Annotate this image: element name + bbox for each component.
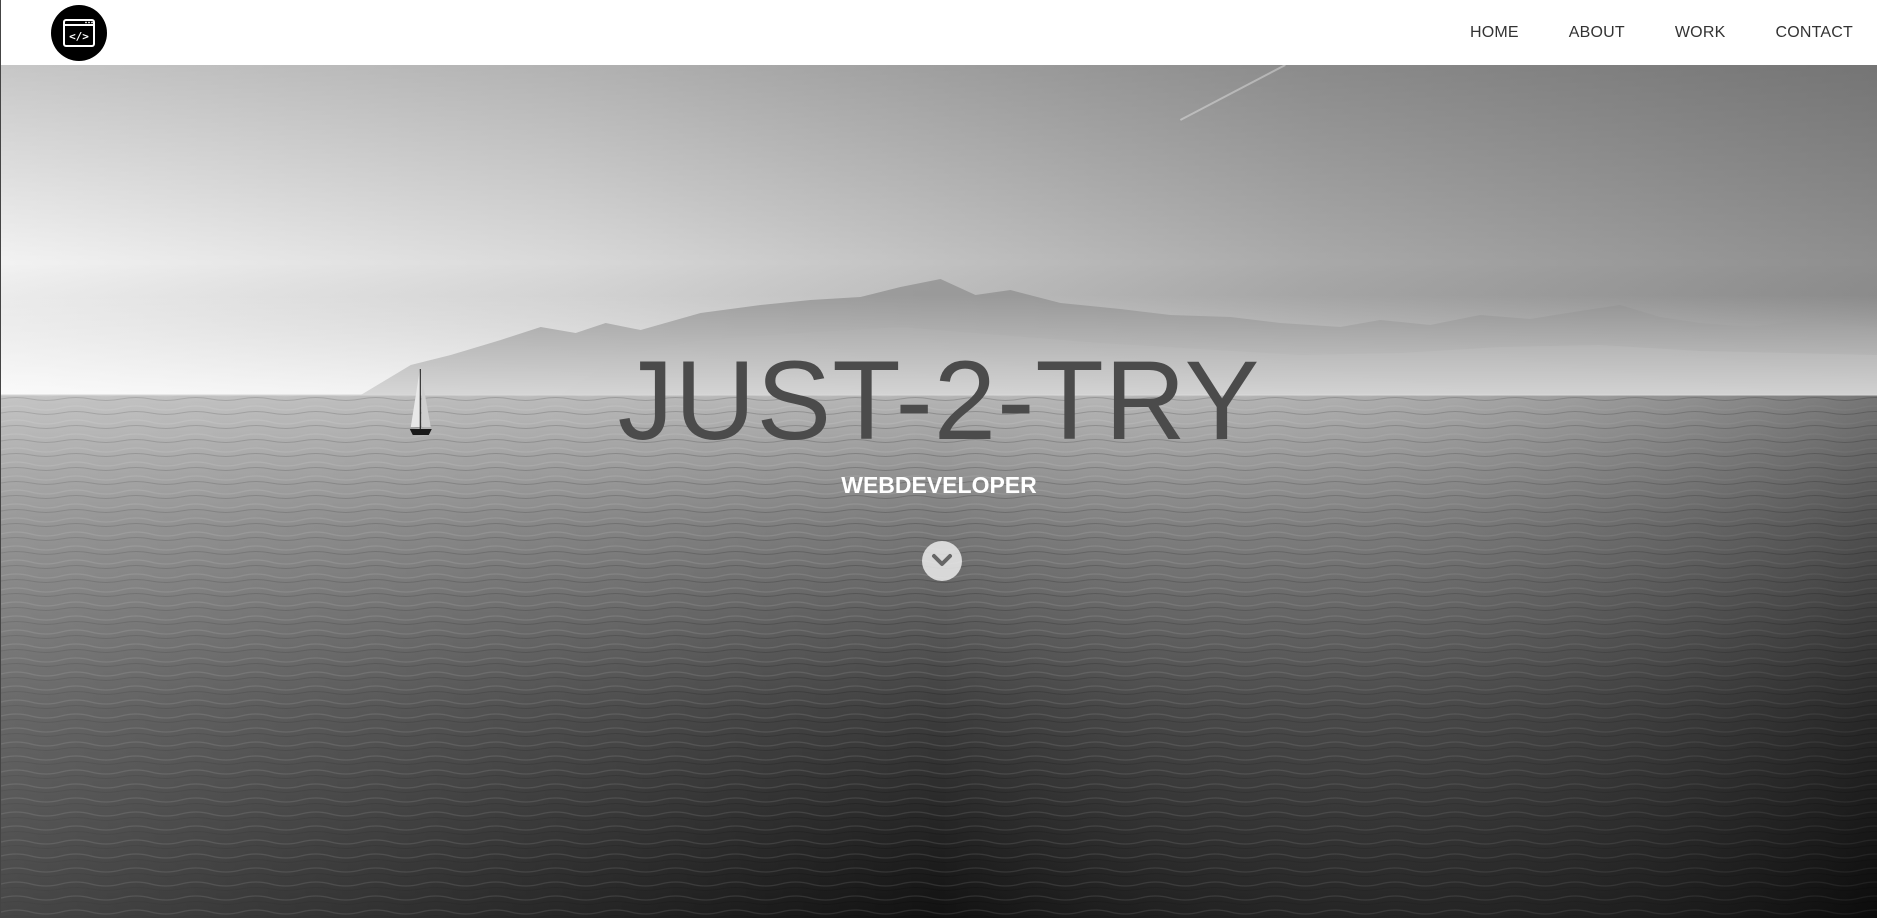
page: </> HOME ABOUT WORK CONTACT JUST-2-TRY W… [0, 0, 1877, 918]
navbar: </> HOME ABOUT WORK CONTACT [1, 0, 1877, 65]
hero-subtitle: WEBDEVELOPER [841, 472, 1037, 498]
nav-about[interactable]: ABOUT [1569, 24, 1625, 42]
nav-work[interactable]: WORK [1675, 24, 1726, 42]
chevron-down-icon [932, 554, 952, 566]
hero-section: JUST-2-TRY WEBDEVELOPER [1, 65, 1877, 918]
hero-title: JUST-2-TRY [617, 338, 1261, 463]
main-nav: HOME ABOUT WORK CONTACT [1420, 0, 1853, 65]
logo-glyph: </> [69, 30, 89, 43]
scroll-down-button[interactable] [922, 541, 962, 581]
nav-contact[interactable]: CONTACT [1775, 24, 1853, 42]
nav-home[interactable]: HOME [1470, 24, 1519, 42]
code-window-icon: </> [63, 19, 95, 47]
logo[interactable]: </> [51, 5, 107, 61]
